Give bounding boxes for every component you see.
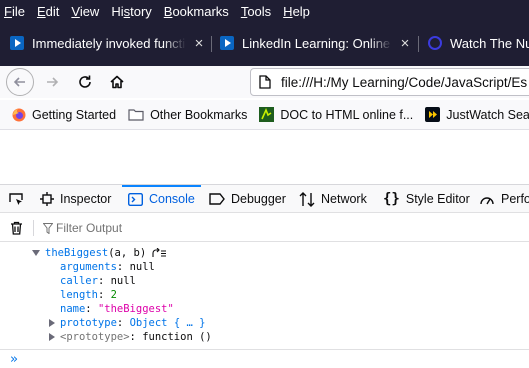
- property-row: length: 2: [60, 289, 117, 301]
- expand-arrow-icon[interactable]: [32, 250, 40, 256]
- filter-icon: [43, 223, 53, 234]
- close-tab-icon[interactable]: ×: [398, 35, 412, 52]
- toolbar-divider: [33, 220, 34, 236]
- menu-bar: File Edit View History Bookmarks Tools H…: [0, 0, 529, 22]
- expand-arrow-icon[interactable]: [49, 319, 55, 327]
- linkedin-learning-icon: [10, 36, 24, 50]
- tab-linkedin-learning[interactable]: LinkedIn Learning: Online Co ×: [220, 28, 412, 58]
- function-name: theBiggest: [45, 247, 109, 259]
- tab-strip: Immediately invoked function × LinkedIn …: [0, 22, 529, 66]
- function-params: (a, b): [108, 247, 147, 259]
- performance-icon: [480, 197, 494, 205]
- menu-edit[interactable]: Edit: [37, 4, 59, 19]
- arrow-left-icon: [13, 77, 25, 87]
- tab-separator: [211, 36, 212, 52]
- forward-button[interactable]: [38, 68, 66, 96]
- bookmark-other-bookmarks[interactable]: Other Bookmarks: [128, 108, 247, 122]
- linkedin-learning-icon: [220, 36, 234, 50]
- menu-history[interactable]: History: [111, 4, 151, 19]
- console-object-header[interactable]: theBiggest (a, b): [32, 246, 167, 260]
- property-row: caller: null: [60, 275, 136, 287]
- home-button[interactable]: [103, 68, 131, 96]
- menu-file[interactable]: File: [4, 4, 25, 19]
- folder-icon: [128, 109, 144, 121]
- debugger-icon: [209, 193, 225, 205]
- inspector-icon: [40, 192, 54, 206]
- tab-console[interactable]: Console: [122, 185, 201, 213]
- bookmark-getting-started[interactable]: Getting Started: [12, 108, 116, 122]
- tab-separator: [418, 36, 419, 52]
- tab-style-editor[interactable]: {} Style Editor: [383, 185, 470, 213]
- tab-debugger[interactable]: Debugger: [209, 185, 286, 213]
- tab-network[interactable]: Network: [299, 185, 367, 213]
- url-text: file:///H:/My Learning/Code/JavaScript/E…: [281, 74, 528, 90]
- justwatch-icon: [428, 36, 442, 50]
- menu-view[interactable]: View: [71, 4, 99, 19]
- tab-inspector[interactable]: Inspector: [40, 185, 111, 213]
- menu-help[interactable]: Help: [283, 4, 310, 19]
- reload-icon: [79, 75, 91, 88]
- navigation-toolbar: file:///H:/My Learning/Code/JavaScript/E…: [0, 66, 529, 98]
- pick-element-icon: [9, 193, 23, 205]
- bookmark-doc-to-html[interactable]: DOC to HTML online f...: [259, 107, 413, 122]
- page-icon: [259, 75, 271, 89]
- menu-bookmarks[interactable]: Bookmarks: [164, 4, 229, 19]
- proto-row[interactable]: <prototype>: function (): [48, 330, 212, 344]
- tab-performance[interactable]: Perfo: [479, 185, 529, 213]
- firefox-icon: [12, 108, 26, 121]
- network-icon: [299, 191, 315, 207]
- back-button[interactable]: [6, 68, 34, 96]
- expand-arrow-icon[interactable]: [49, 333, 55, 341]
- home-icon: [110, 75, 124, 89]
- justwatch-icon: [425, 107, 441, 122]
- clear-console-icon[interactable]: [10, 221, 23, 235]
- jump-to-definition-icon[interactable]: [152, 248, 167, 258]
- prompt-chevron-icon: »: [10, 352, 18, 367]
- console-input-line[interactable]: »: [0, 349, 529, 368]
- menu-tools[interactable]: Tools: [241, 4, 271, 19]
- console-filter-bar: [0, 214, 529, 242]
- doc-to-html-icon: [259, 107, 275, 122]
- tab-iife[interactable]: Immediately invoked function ×: [10, 28, 206, 58]
- reload-button[interactable]: [71, 68, 99, 96]
- devtools-toolbar: Inspector Console Debugger Network {} St…: [0, 185, 529, 213]
- close-tab-icon[interactable]: ×: [192, 35, 206, 52]
- arrow-right-icon: [47, 77, 59, 87]
- pick-element-button[interactable]: [8, 185, 24, 213]
- style-editor-icon: {}: [383, 191, 400, 207]
- bookmark-justwatch[interactable]: JustWatch Search: [425, 107, 529, 122]
- property-row: arguments: null: [60, 261, 155, 273]
- filter-output-input[interactable]: [56, 218, 356, 238]
- property-row: name: "theBiggest": [60, 303, 174, 315]
- bookmarks-toolbar: Getting Started Other Bookmarks DOC to H…: [0, 100, 529, 130]
- devtools-panel: Inspector Console Debugger Network {} St…: [0, 184, 529, 368]
- console-icon: [128, 192, 143, 206]
- url-bar[interactable]: file:///H:/My Learning/Code/JavaScript/E…: [250, 68, 529, 96]
- tab-justwatch[interactable]: Watch The Nut: [428, 28, 529, 58]
- prototype-row[interactable]: prototype: Object { … }: [48, 316, 205, 330]
